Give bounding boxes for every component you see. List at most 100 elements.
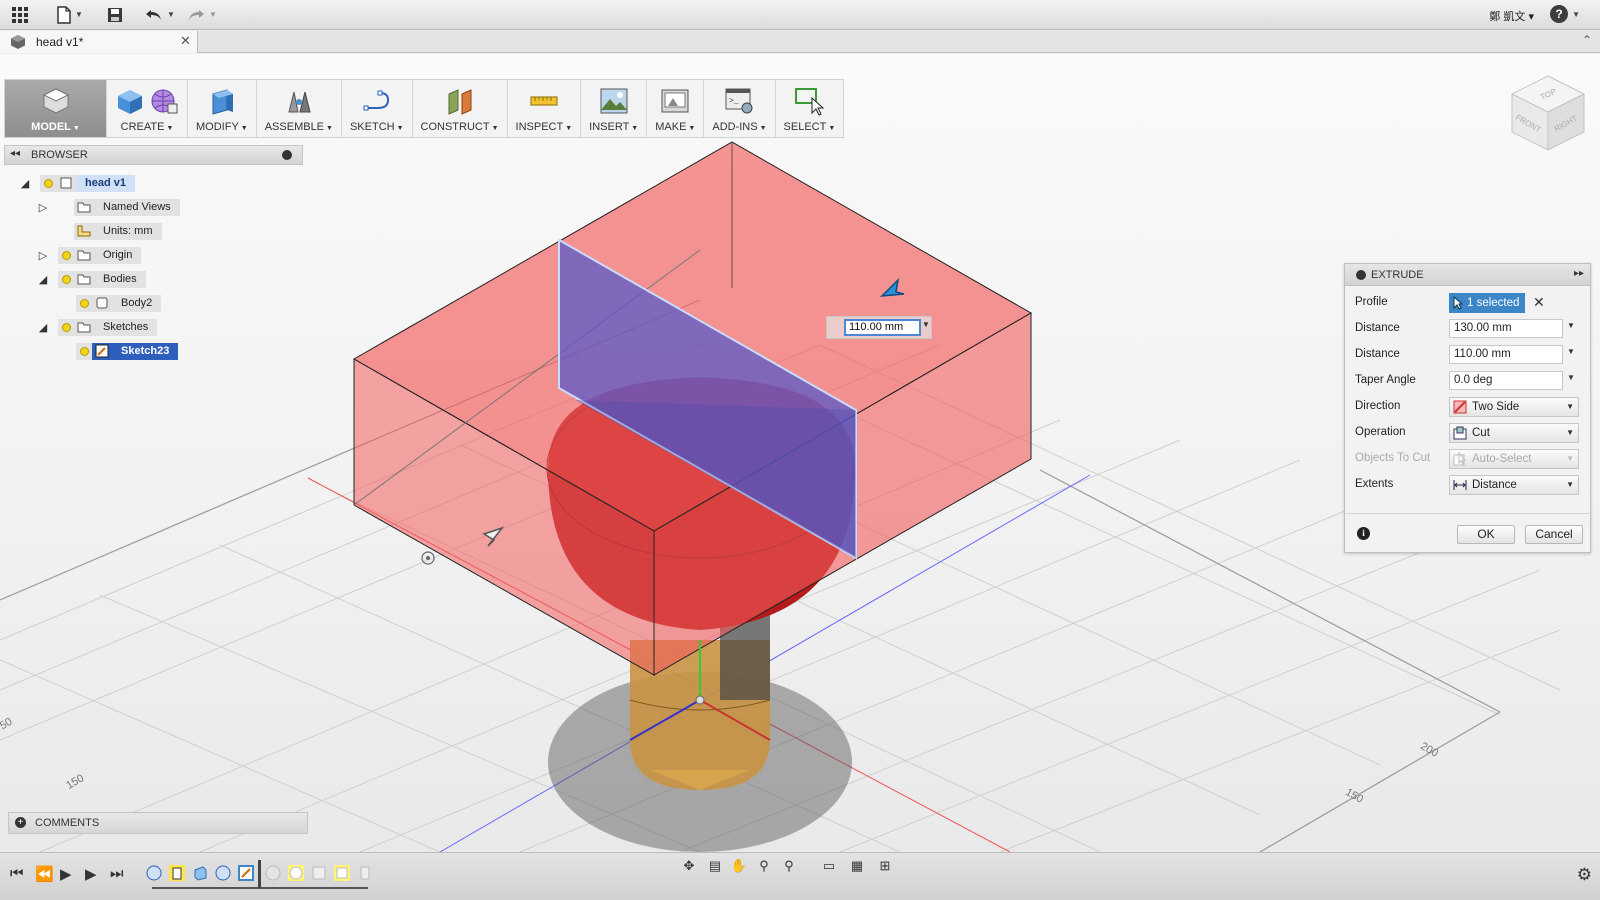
timeline-suppressed-feature-icon[interactable]	[287, 864, 305, 882]
timeline-sketch-active-icon[interactable]	[237, 864, 255, 882]
extrude-dialog-footer: i OK Cancel	[1345, 513, 1592, 553]
add-comment-icon[interactable]: +	[15, 817, 26, 828]
go-to-end-icon[interactable]: ⏭	[110, 865, 124, 882]
cancel-button[interactable]: Cancel	[1525, 525, 1583, 544]
viewports-icon[interactable]: ⊞	[876, 858, 894, 876]
taper-angle-input[interactable]: 0.0 deg	[1449, 371, 1563, 390]
timeline-playhead[interactable]	[258, 860, 261, 888]
units-label: Units: mm	[94, 222, 162, 240]
close-tab-icon[interactable]: ✕	[180, 33, 191, 49]
distance-dimension-input[interactable]: 110.00 mm	[844, 319, 921, 336]
go-to-start-icon[interactable]: ⏮	[10, 865, 24, 882]
timeline-suppressed-feature-icon[interactable]	[310, 864, 328, 882]
look-at-icon[interactable]: ▤	[706, 858, 724, 876]
sketch-menu-button[interactable]: SKETCH ▼	[342, 80, 413, 137]
visibility-bulb-icon[interactable]	[76, 294, 92, 312]
browser-pin-icon[interactable]	[282, 150, 292, 160]
select-menu-button[interactable]: SELECT ▼	[776, 80, 844, 137]
zoom-icon[interactable]: ⚲	[755, 858, 773, 876]
ok-button[interactable]: OK	[1457, 525, 1515, 544]
tree-node-named-views[interactable]: ▷ Named Views	[36, 198, 180, 216]
timeline-body-feature-icon[interactable]	[191, 864, 209, 882]
tree-node-origin[interactable]: ▷ Origin	[36, 246, 142, 264]
timeline-settings-gear-icon[interactable]: ⚙	[1577, 865, 1592, 885]
tree-node-root[interactable]: ◢ head v1	[18, 174, 135, 192]
expanded-triangle-icon[interactable]: ◢	[36, 273, 50, 286]
timeline-suppressed-feature-icon[interactable]	[356, 864, 374, 882]
browser-collapse-icon[interactable]: ◂◂	[10, 148, 20, 159]
timeline-extrude-feature-icon[interactable]	[168, 864, 186, 882]
distance-one-dropdown-icon[interactable]: ▼	[1567, 321, 1575, 330]
modify-menu-button[interactable]: MODIFY ▼	[188, 80, 257, 137]
direction-select[interactable]: Two Side ▼	[1449, 397, 1579, 417]
step-back-icon[interactable]: ⏪	[35, 865, 54, 883]
tree-node-sketch23[interactable]: Sketch23	[76, 342, 179, 360]
visibility-bulb-icon[interactable]	[58, 270, 74, 288]
chevron-down-icon: ▼	[1566, 402, 1574, 411]
dimension-dropdown-icon[interactable]: ▼	[922, 320, 930, 329]
dialog-expand-icon[interactable]: ▸▸	[1574, 268, 1584, 279]
tree-node-bodies[interactable]: ◢ Bodies	[36, 270, 146, 288]
undo-icon[interactable]	[144, 5, 164, 25]
create-menu-button[interactable]: CREATE ▼	[107, 80, 188, 137]
file-menu-caret-icon[interactable]: ▼	[75, 10, 83, 19]
timeline-revolve-feature-icon[interactable]	[214, 864, 232, 882]
addins-menu-button[interactable]: >_ ADD-INS ▼	[704, 80, 776, 137]
collapse-toolbar-icon[interactable]: ⌃	[1582, 33, 1592, 47]
distance-two-input[interactable]: 110.00 mm	[1449, 345, 1563, 364]
timeline-sketch-feature-icon[interactable]	[145, 864, 163, 882]
file-menu-icon[interactable]	[54, 5, 74, 25]
operation-select[interactable]: Cut ▼	[1449, 423, 1579, 443]
insert-menu-button[interactable]: INSERT ▼	[581, 80, 648, 137]
timeline-suppressed-feature-icon[interactable]	[264, 864, 282, 882]
help-caret-icon[interactable]: ▼	[1572, 10, 1580, 19]
extents-label: Extents	[1355, 478, 1394, 490]
step-forward-icon[interactable]: ▶	[85, 865, 97, 883]
save-icon[interactable]	[105, 5, 125, 25]
inspect-menu-button[interactable]: INSPECT ▼	[508, 80, 582, 137]
construct-menu-button[interactable]: CONSTRUCT ▼	[413, 80, 508, 137]
visibility-bulb-icon[interactable]	[58, 318, 74, 336]
dialog-collapse-icon[interactable]	[1356, 270, 1366, 280]
extents-select[interactable]: Distance ▼	[1449, 475, 1579, 495]
visibility-bulb-icon[interactable]	[40, 174, 56, 192]
app-grid-icon[interactable]	[10, 5, 30, 25]
component-icon	[56, 174, 76, 192]
expanded-triangle-icon[interactable]: ◢	[36, 321, 50, 334]
pan-hand-icon[interactable]: ✋	[730, 858, 748, 876]
visibility-bulb-icon[interactable]	[58, 246, 74, 264]
workspace-model-button[interactable]: MODEL ▼	[5, 80, 107, 137]
assemble-menu-button[interactable]: ASSEMBLE ▼	[257, 80, 342, 137]
tree-node-body2[interactable]: Body2	[76, 294, 162, 312]
collapsed-triangle-icon[interactable]: ▷	[36, 249, 50, 262]
info-icon[interactable]: i	[1357, 527, 1370, 540]
document-tab[interactable]: head v1* ✕	[0, 31, 198, 53]
timeline-suppressed-feature-icon[interactable]	[333, 864, 351, 882]
user-account-menu[interactable]: 鄭 凱文 ▾	[1489, 8, 1534, 24]
profile-selection-button[interactable]: 1 selected	[1449, 293, 1525, 313]
comments-panel-header[interactable]: + COMMENTS	[8, 812, 308, 834]
redo-history-caret-icon[interactable]: ▼	[209, 10, 217, 19]
orbit-icon[interactable]: ✥	[680, 858, 698, 876]
grid-settings-icon[interactable]: ▦	[848, 858, 866, 876]
play-icon[interactable]: ▶	[60, 865, 72, 883]
extrude-dialog-header[interactable]: EXTRUDE ▸▸	[1345, 264, 1590, 286]
distance-two-dropdown-icon[interactable]: ▼	[1567, 347, 1575, 356]
help-icon[interactable]: ?	[1550, 5, 1568, 23]
fit-zoom-icon[interactable]: ⚲	[780, 858, 798, 876]
redo-icon[interactable]	[186, 5, 206, 25]
tree-node-sketches[interactable]: ◢ Sketches	[36, 318, 158, 336]
clear-selection-icon[interactable]: ✕	[1533, 294, 1545, 311]
collapsed-triangle-icon[interactable]: ▷	[36, 201, 50, 214]
display-settings-icon[interactable]: ▭	[820, 858, 838, 876]
make-menu-button[interactable]: MAKE ▼	[647, 80, 705, 137]
browser-panel-header[interactable]: ◂◂ BROWSER	[4, 145, 303, 165]
tree-node-units[interactable]: Units: mm	[36, 222, 162, 240]
taper-angle-dropdown-icon[interactable]: ▼	[1567, 373, 1575, 382]
view-cube[interactable]: TOP FRONT RIGHT	[1506, 72, 1590, 156]
visibility-bulb-icon[interactable]	[76, 342, 92, 360]
sketch-node-icon	[92, 342, 112, 360]
distance-one-input[interactable]: 130.00 mm	[1449, 319, 1563, 338]
undo-history-caret-icon[interactable]: ▼	[167, 10, 175, 19]
expanded-triangle-icon[interactable]: ◢	[18, 177, 32, 190]
